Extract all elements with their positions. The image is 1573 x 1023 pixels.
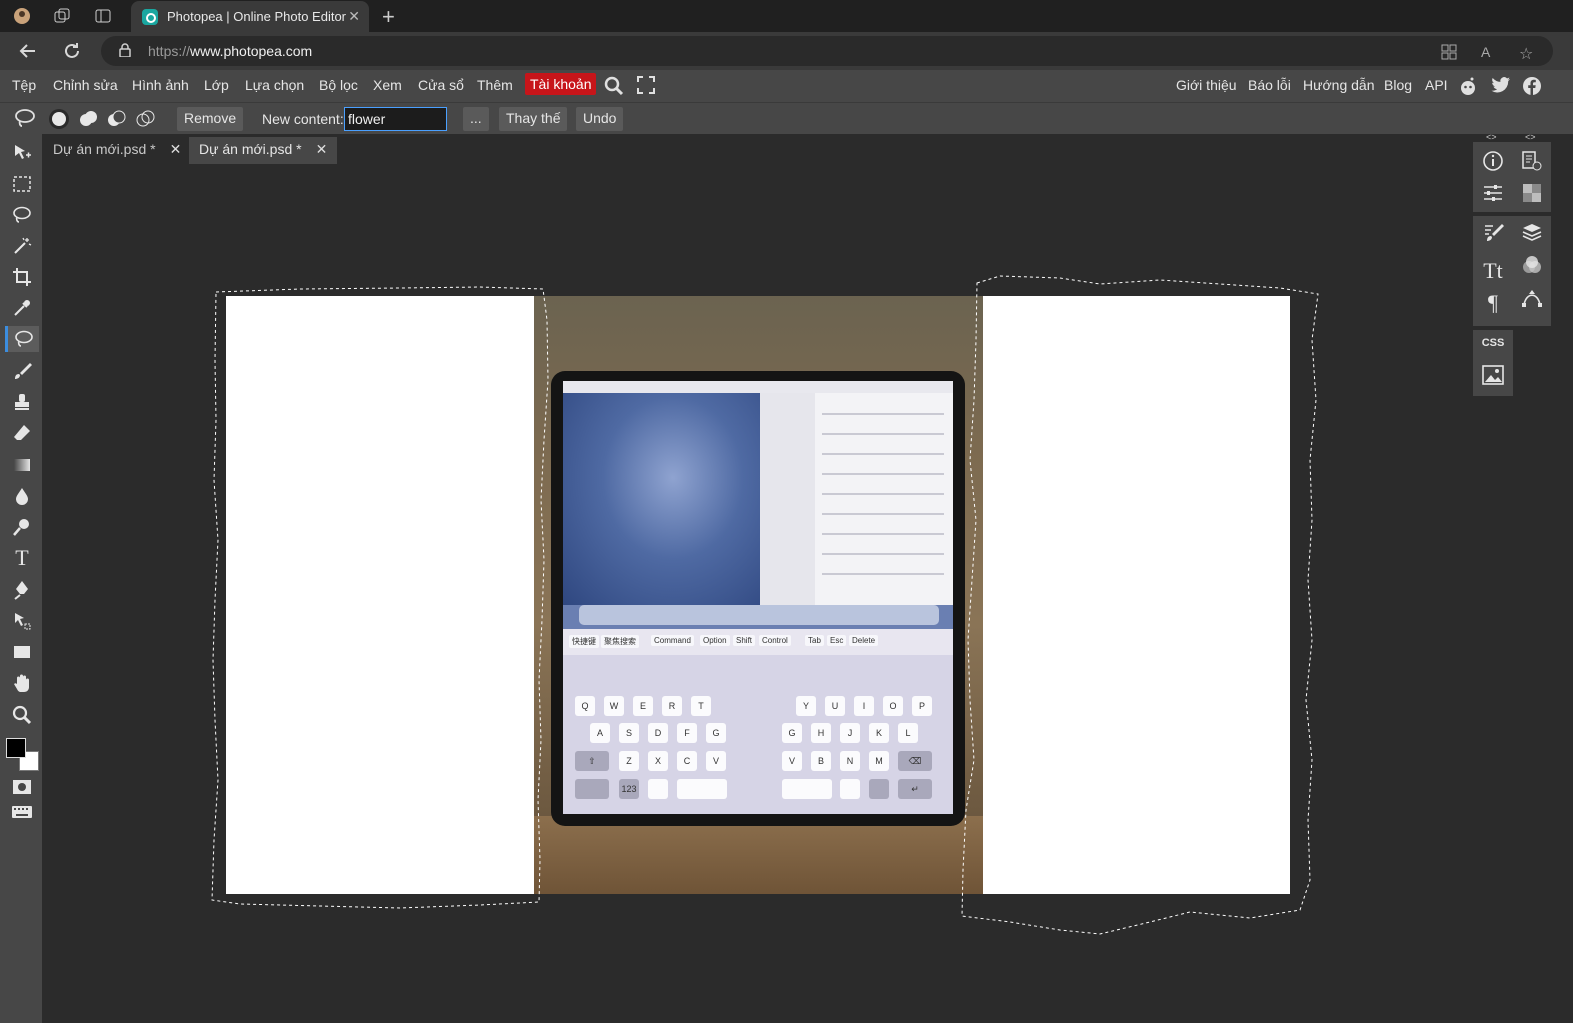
info-icon[interactable] [1480, 148, 1506, 174]
right-selection-path [961, 275, 1319, 935]
panel-column-1a [1473, 142, 1513, 212]
selection-outline [211, 275, 1319, 935]
css-panel-icon[interactable]: CSS [1480, 330, 1506, 356]
history-icon[interactable] [1519, 148, 1545, 174]
channels-icon[interactable] [1519, 252, 1545, 278]
image-panel-icon[interactable] [1480, 362, 1506, 388]
swatches-icon[interactable] [1519, 180, 1545, 206]
adjustments-icon[interactable] [1480, 180, 1506, 206]
collapse-right-toggle[interactable]: <> [1525, 132, 1536, 142]
panel-column-1b: Tt ¶ [1473, 216, 1513, 326]
brush-settings-icon[interactable] [1480, 220, 1506, 246]
panel-column-2b [1513, 216, 1551, 326]
character-icon[interactable]: Tt [1480, 258, 1506, 284]
collapse-left-toggle[interactable]: <> [1486, 132, 1497, 142]
paragraph-icon[interactable]: ¶ [1480, 290, 1506, 316]
left-selection-path [211, 286, 549, 909]
paths-icon[interactable] [1519, 284, 1545, 310]
panel-column-2a [1513, 142, 1551, 212]
layers-icon[interactable] [1519, 220, 1545, 246]
panel-column-1c: CSS [1473, 330, 1513, 396]
right-panel-area: <> <> Tt ¶ CSS [1473, 132, 1573, 1023]
